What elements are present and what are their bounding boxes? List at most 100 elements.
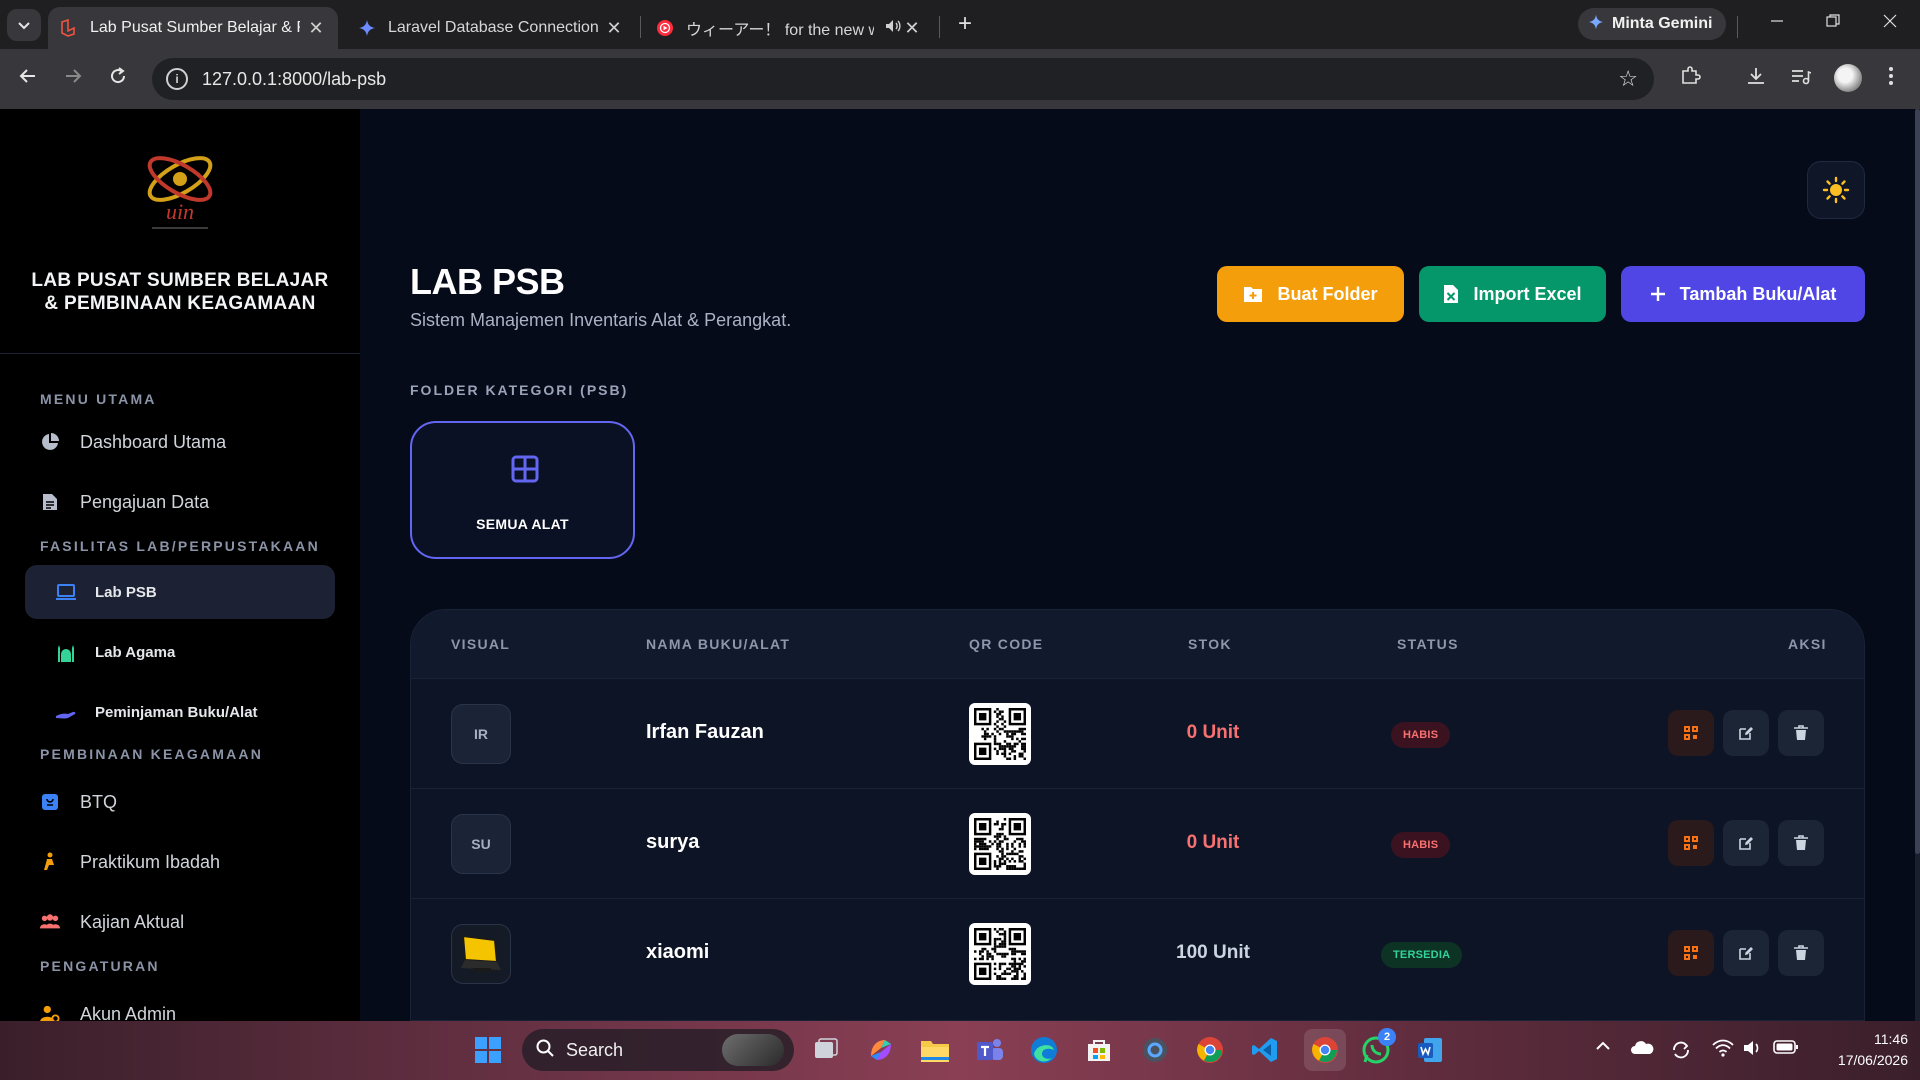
sidebar-item-loan[interactable]: Peminjaman Buku/Alat — [25, 685, 335, 739]
chrome-icon[interactable] — [1194, 1034, 1226, 1066]
add-item-button[interactable]: Tambah Buku/Alat — [1621, 266, 1865, 322]
word-icon[interactable] — [1414, 1034, 1446, 1066]
close-window-button[interactable] — [1870, 12, 1910, 38]
qr-code-icon — [974, 708, 1026, 760]
delete-button[interactable] — [1778, 820, 1824, 866]
sidebar-item-admin[interactable]: Akun Admin — [40, 994, 176, 1021]
edit-icon — [1739, 727, 1753, 740]
download-icon[interactable] — [1742, 65, 1770, 93]
vscode-icon[interactable] — [1249, 1034, 1281, 1066]
search-label: Search — [566, 1039, 624, 1060]
sidebar-item-dashboard[interactable]: Dashboard Utama — [40, 422, 226, 462]
onedrive-icon[interactable] — [1630, 1039, 1654, 1060]
copilot-icon[interactable] — [865, 1034, 897, 1066]
scrollbar-thumb[interactable] — [1915, 109, 1920, 854]
sidebar-item-submission[interactable]: Pengajuan Data — [40, 482, 209, 522]
task-view-icon[interactable] — [810, 1034, 842, 1066]
close-icon[interactable]: ✕ — [306, 18, 326, 39]
section-settings: PENGATURAN — [40, 958, 160, 974]
browser-toolbar: i 127.0.0.1:8000/lab-psb ☆ — [0, 49, 1920, 109]
search-icon — [536, 1039, 554, 1062]
tab-search-button[interactable] — [7, 9, 41, 41]
table-row: SU surya 0 Unit HABIS — [411, 788, 1864, 898]
speaker-icon[interactable] — [884, 17, 902, 40]
create-folder-button[interactable]: Buat Folder — [1217, 266, 1404, 322]
edit-button[interactable] — [1723, 930, 1769, 976]
minimize-button[interactable] — [1757, 12, 1797, 38]
theme-toggle-button[interactable] — [1807, 161, 1865, 219]
uin-logo-icon: uin — [147, 156, 213, 229]
sync-icon[interactable] — [1670, 1039, 1692, 1066]
forward-icon[interactable] — [59, 65, 87, 93]
sidebar-item-ibadah[interactable]: Praktikum Ibadah — [40, 842, 220, 882]
taskbar-search[interactable]: Search — [522, 1029, 794, 1071]
trash-icon — [1794, 835, 1808, 850]
item-photo — [451, 924, 511, 984]
sidebar-item-label: Peminjaman Buku/Alat — [95, 703, 258, 721]
edit-button[interactable] — [1723, 710, 1769, 756]
page-scrollbar[interactable] — [1915, 109, 1920, 1021]
sidebar-item-label: Kajian Aktual — [80, 911, 185, 932]
windows-start-icon[interactable] — [472, 1034, 504, 1066]
chrome-active-icon[interactable] — [1304, 1029, 1346, 1071]
extensions-icon[interactable] — [1676, 65, 1704, 93]
inventory-table: VISUAL NAMA BUKU/ALAT QR CODE STOK STATU… — [410, 609, 1865, 1021]
address-bar[interactable]: i 127.0.0.1:8000/lab-psb ☆ — [152, 58, 1654, 100]
reload-icon[interactable] — [104, 65, 132, 93]
qrcode-small-icon — [1684, 946, 1698, 960]
tray-overflow-icon[interactable] — [1594, 1039, 1612, 1058]
close-icon[interactable]: ✕ — [902, 18, 922, 39]
edit-button[interactable] — [1723, 820, 1769, 866]
teams-icon[interactable] — [974, 1034, 1006, 1066]
column-header-status: STATUS — [1397, 636, 1459, 652]
wifi-icon[interactable] — [1712, 1039, 1734, 1062]
sidebar-item-btq[interactable]: BTQ — [40, 782, 117, 822]
new-tab-button[interactable]: + — [950, 10, 980, 40]
file-explorer-icon[interactable] — [919, 1034, 951, 1066]
tab-lab-psb[interactable]: Lab Pusat Sumber Belajar & Pembinaan ✕ — [48, 7, 338, 49]
restore-button[interactable] — [1813, 12, 1853, 38]
folder-card-label: SEMUA ALAT — [476, 516, 569, 532]
import-excel-label: Import Excel — [1473, 283, 1582, 304]
delete-button[interactable] — [1778, 710, 1824, 756]
import-excel-button[interactable]: Import Excel — [1419, 266, 1606, 322]
sidebar-item-lab-psb[interactable]: Lab PSB — [25, 565, 335, 619]
more-menu-icon[interactable] — [1877, 65, 1905, 93]
back-icon[interactable] — [14, 65, 42, 93]
quran-book-icon — [40, 792, 60, 812]
page-subtitle: Sistem Manajemen Inventaris Alat & Peran… — [410, 310, 792, 330]
tab-music[interactable]: ウィーアー！ for the new world ✕ — [644, 7, 934, 49]
gemini-button[interactable]: Minta Gemini — [1578, 8, 1727, 40]
item-name: Irfan Fauzan — [646, 721, 764, 743]
laravel-icon — [60, 19, 78, 37]
profile-avatar[interactable] — [1834, 64, 1862, 92]
close-icon[interactable]: ✕ — [604, 18, 624, 39]
site-info-icon[interactable]: i — [166, 68, 188, 90]
plus-icon — [1650, 286, 1666, 302]
whatsapp-icon[interactable]: 2 — [1360, 1028, 1396, 1066]
show-qr-button[interactable] — [1668, 710, 1714, 756]
qr-code-image[interactable] — [969, 923, 1031, 985]
volume-icon[interactable] — [1743, 1039, 1763, 1062]
lens-app-icon[interactable] — [1139, 1034, 1171, 1066]
qr-code-image[interactable] — [969, 703, 1031, 765]
column-header-action: AKSI — [1788, 636, 1827, 652]
sidebar-item-lab-agama[interactable]: Lab Agama — [25, 625, 335, 679]
microsoft-store-icon[interactable] — [1083, 1034, 1115, 1066]
media-controls-icon[interactable] — [1786, 65, 1814, 93]
show-qr-button[interactable] — [1668, 820, 1714, 866]
folder-card-all[interactable]: SEMUA ALAT — [410, 421, 635, 559]
qr-code-image[interactable] — [969, 813, 1031, 875]
battery-icon[interactable] — [1773, 1039, 1799, 1060]
item-stock: 0 Unit — [1186, 722, 1240, 743]
bookmark-star-icon[interactable]: ☆ — [1618, 66, 1638, 92]
tab-separator — [939, 16, 940, 38]
tab-laravel-db[interactable]: Laravel Database Connection Re ✕ — [346, 7, 636, 49]
browser-tab-bar: Lab Pusat Sumber Belajar & Pembinaan ✕ L… — [0, 0, 1920, 49]
delete-button[interactable] — [1778, 930, 1824, 976]
show-qr-button[interactable] — [1668, 930, 1714, 976]
chevron-down-icon — [18, 22, 30, 30]
taskbar-clock[interactable]: 11:46 17/06/2026 — [1808, 1029, 1908, 1071]
edge-icon[interactable] — [1028, 1034, 1060, 1066]
sidebar-item-kajian[interactable]: Kajian Aktual — [40, 902, 184, 942]
